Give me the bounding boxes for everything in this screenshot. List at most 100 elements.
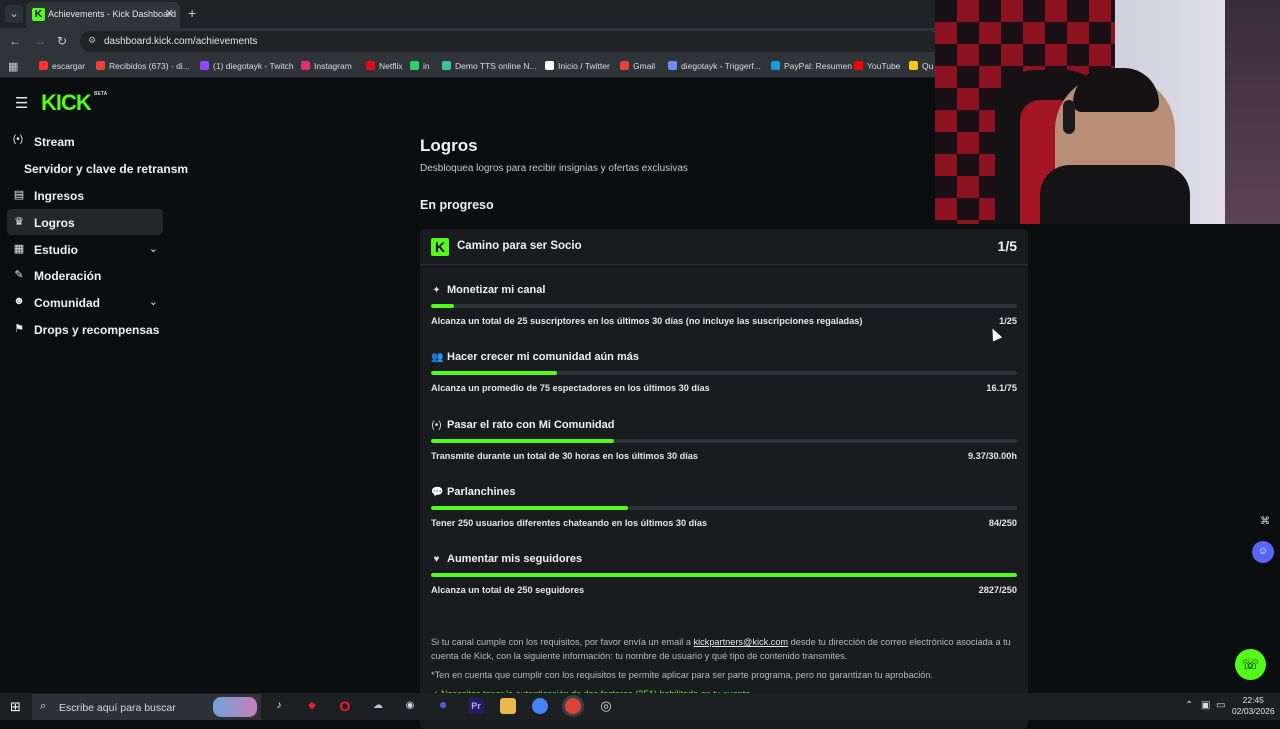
bookmark-favicon-icon xyxy=(200,61,209,70)
page-title: Logros xyxy=(420,136,478,155)
tray-device-icon[interactable]: ▣ xyxy=(1201,700,1210,711)
url-field[interactable]: ⚙ dashboard.kick.com/achievements xyxy=(80,31,940,52)
bookmark-item[interactable]: in xyxy=(410,61,430,71)
obs-icon[interactable]: ◎ xyxy=(598,698,614,714)
bookmark-label: diegotayk - Triggerf... xyxy=(681,61,761,71)
tray-chevron-up-icon[interactable]: ⌃ xyxy=(1185,700,1193,711)
search-icon: ⌕ xyxy=(40,700,47,712)
sidebar-item-comunidad[interactable]: ☻ Comunidad ⌄ xyxy=(7,289,163,315)
kick-logo[interactable]: KICK xyxy=(41,90,92,116)
progress-bar xyxy=(431,439,1017,443)
bookmark-item[interactable]: Qu xyxy=(909,61,933,71)
sidebar-item-stream[interactable]: (•) Stream xyxy=(7,128,163,154)
discord-icon[interactable]: ☺ xyxy=(1252,541,1274,563)
browser-tab[interactable]: K Achievements - Kick Dashboard ✕ xyxy=(26,2,180,28)
bookmark-item[interactable]: Inicio / Twitter xyxy=(545,61,610,71)
bookmark-item[interactable]: diegotayk - Triggerf... xyxy=(668,61,761,71)
bookmark-favicon-icon xyxy=(410,61,419,70)
bookmark-favicon-icon xyxy=(620,61,629,70)
forward-icon[interactable]: → xyxy=(34,34,46,48)
bookmark-item[interactable]: Recibidos (673) - di... xyxy=(96,61,190,71)
money-icon: ▤ xyxy=(13,189,25,201)
bookmark-favicon-icon xyxy=(301,61,310,70)
bookmark-label: PayPal: Resumen xyxy=(784,61,853,71)
bookmark-label: escargar xyxy=(52,61,86,71)
tiktok-icon[interactable]: ♪ xyxy=(271,698,287,714)
bookmark-label: in xyxy=(423,61,430,71)
bookmark-label: Recibidos (673) - di... xyxy=(109,61,190,71)
webcam-shirt xyxy=(1040,165,1190,224)
sidebar-item-moderacion[interactable]: ✎ Moderación xyxy=(7,262,163,288)
bookmark-item[interactable]: Gmail xyxy=(620,61,655,71)
achievement-title: Parlanchines xyxy=(447,486,516,498)
bookmark-item[interactable]: PayPal: Resumen xyxy=(771,61,852,71)
page-subtitle: Desbloquea logros para recibir insignias… xyxy=(420,163,688,174)
chevron-down-icon[interactable]: ⌄ xyxy=(149,242,158,255)
achievement-progress-value: 9.37/30.00h xyxy=(967,451,1017,461)
chrome-icon[interactable] xyxy=(532,698,548,714)
support-chat-button[interactable]: ☏ xyxy=(1235,649,1266,680)
community-icon: ☻ xyxy=(13,295,25,307)
close-tab-icon[interactable]: ✕ xyxy=(165,7,174,20)
progress-bar xyxy=(431,371,1017,375)
reload-icon[interactable]: ↻ xyxy=(57,34,67,48)
webcam-overlay xyxy=(935,0,1280,224)
bookmark-label: Demo TTS online N... xyxy=(455,61,537,71)
chat-icon: 💬 xyxy=(431,487,444,498)
sidebar-item-ingresos[interactable]: ▤ Ingresos xyxy=(7,182,163,208)
app-red-icon[interactable]: ◆ xyxy=(304,698,320,714)
taskbar-search[interactable]: ⌕ Escribe aquí para buscar xyxy=(32,694,261,720)
section-title: En progreso xyxy=(420,198,494,212)
bookmark-item[interactable]: escargar xyxy=(39,61,85,71)
achievement-item: 👥 Hacer crecer mi comunidad aún más Alcanz… xyxy=(431,351,1017,411)
bookmark-item[interactable]: (1) diegotayk - Twitch xyxy=(200,61,294,71)
sidebar-item-drops[interactable]: ⚑ Drops y recompensas xyxy=(7,316,163,342)
taskbar-clock[interactable]: 22:45 02/03/2026 xyxy=(1232,695,1275,717)
windows-start-icon[interactable]: ⊞ xyxy=(10,699,21,715)
users-icon: 👥 xyxy=(431,352,444,363)
broadcast-icon: (•) xyxy=(12,134,24,145)
bookmark-label: Qu xyxy=(922,61,934,71)
bookmark-item[interactable]: Instagram xyxy=(301,61,352,71)
achievement-description: Alcanza un promedio de 75 espectadores e… xyxy=(431,383,710,393)
bookmark-label: Netflix xyxy=(379,61,403,71)
bookmark-label: Instagram xyxy=(314,61,352,71)
folder-icon[interactable] xyxy=(500,698,516,714)
sidebar-item-label: Estudio xyxy=(34,243,78,257)
new-tab-icon[interactable]: + xyxy=(188,5,196,21)
progress-bar xyxy=(431,506,1017,510)
webcam-headset xyxy=(1063,100,1075,134)
discord-taskbar-icon[interactable]: ☻ xyxy=(435,698,451,714)
bookmark-favicon-icon xyxy=(771,61,780,70)
chrome-active-icon[interactable] xyxy=(565,698,581,714)
grid-icon[interactable]: ⌘ xyxy=(1254,511,1276,533)
app-cloud-icon[interactable]: ☁ xyxy=(370,698,386,714)
apps-grid-icon[interactable]: ▦ xyxy=(8,60,18,73)
site-info-icon[interactable]: ⚙ xyxy=(88,35,96,46)
steam-icon[interactable]: ◉ xyxy=(402,698,418,714)
achievement-title: Pasar el rato con Mi Comunidad xyxy=(447,419,615,431)
bookmark-favicon-icon xyxy=(668,61,677,70)
chevron-down-icon[interactable]: ⌄ xyxy=(149,295,158,308)
bookmark-label: YouTube xyxy=(867,61,901,71)
studio-icon: ▦ xyxy=(13,243,25,255)
achievement-card: K Camino para ser Socio 1/5 ✦ Monetizar m… xyxy=(420,229,1028,729)
achievement-item: (•) Pasar el rato con Mi Comunidad Transmi… xyxy=(431,419,1017,479)
footer-note: Si tu canal cumple con los requisitos, p… xyxy=(431,635,1017,663)
bookmark-item[interactable]: Demo TTS online N... xyxy=(442,61,537,71)
tab-search-icon[interactable]: ⌄ xyxy=(5,5,23,23)
bookmark-item[interactable]: Netflix xyxy=(366,61,403,71)
sidebar-item-estudio[interactable]: ▦ Estudio ⌄ xyxy=(7,236,163,262)
bookmark-item[interactable]: YouTube xyxy=(854,61,900,71)
wrench-icon: ✎ xyxy=(14,269,24,281)
sidebar-subitem-server-key[interactable]: Servidor y clave de retransm xyxy=(24,162,188,176)
tray-network-icon[interactable]: ▭ xyxy=(1216,700,1225,711)
partners-email-link[interactable]: kickpartners@kick.com xyxy=(694,637,789,647)
menu-icon[interactable]: ☰ xyxy=(15,94,28,112)
opera-icon[interactable]: O xyxy=(337,698,353,714)
premiere-icon[interactable]: Pr xyxy=(468,698,484,714)
back-icon[interactable]: ← xyxy=(9,34,21,48)
sidebar-item-logros[interactable]: ♛ Logros xyxy=(7,209,163,235)
bookmark-favicon-icon xyxy=(442,61,451,70)
bookmark-favicon-icon xyxy=(545,61,554,70)
